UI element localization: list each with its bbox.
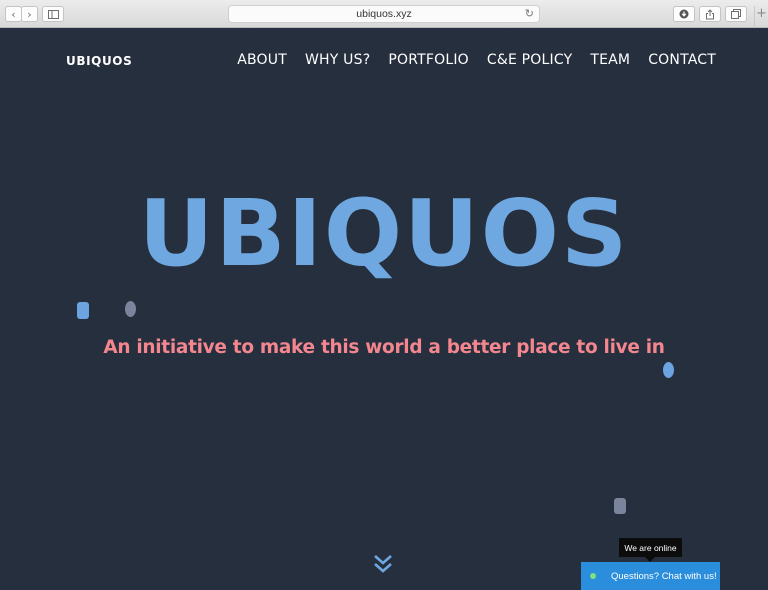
online-status-tooltip: We are online — [619, 538, 682, 562]
download-button[interactable] — [673, 6, 695, 22]
tabs-button[interactable] — [725, 6, 747, 22]
chevron-right-icon: › — [27, 7, 32, 21]
reload-icon[interactable]: ↻ — [525, 7, 534, 20]
share-button[interactable] — [699, 6, 721, 22]
sidebar-icon — [47, 9, 59, 19]
main-nav: ABOUT WHY US? PORTFOLIO C&E POLICY TEAM … — [237, 52, 716, 68]
particle — [614, 498, 626, 514]
hero-title: UBIQUOS — [138, 180, 630, 287]
nav-about[interactable]: ABOUT — [237, 52, 287, 68]
hero-subtitle: An initiative to make this world a bette… — [103, 337, 665, 358]
back-button[interactable]: ‹ — [5, 6, 22, 22]
nav-contact[interactable]: CONTACT — [648, 52, 716, 68]
chat-label: Questions? Chat with us! — [611, 570, 717, 582]
plus-icon: + — [756, 6, 767, 21]
address-bar[interactable]: ubiquos.xyz ↻ — [228, 5, 540, 23]
forward-button[interactable]: › — [21, 6, 38, 22]
particle — [663, 362, 674, 378]
chevron-left-icon: ‹ — [11, 7, 16, 21]
site-logo[interactable]: UBIQUOS — [66, 54, 132, 68]
nav-ce-policy[interactable]: C&E POLICY — [487, 52, 572, 68]
sidebar-button[interactable] — [42, 6, 64, 22]
nav-why-us[interactable]: WHY US? — [305, 52, 370, 68]
browser-toolbar: ‹ › ubiquos.xyz ↻ + — [0, 0, 768, 28]
new-tab-button[interactable]: + — [754, 6, 768, 28]
tabs-icon — [731, 9, 741, 19]
nav-team[interactable]: TEAM — [590, 52, 630, 68]
nav-portfolio[interactable]: PORTFOLIO — [388, 52, 469, 68]
share-icon — [706, 8, 714, 19]
particle — [125, 301, 136, 317]
download-icon — [679, 9, 689, 19]
double-chevron-down-icon[interactable] — [373, 553, 393, 575]
particle — [77, 302, 89, 319]
chat-button[interactable]: Questions? Chat with us! — [581, 562, 720, 590]
url-text: ubiquos.xyz — [356, 8, 412, 20]
online-indicator-icon — [590, 573, 596, 579]
